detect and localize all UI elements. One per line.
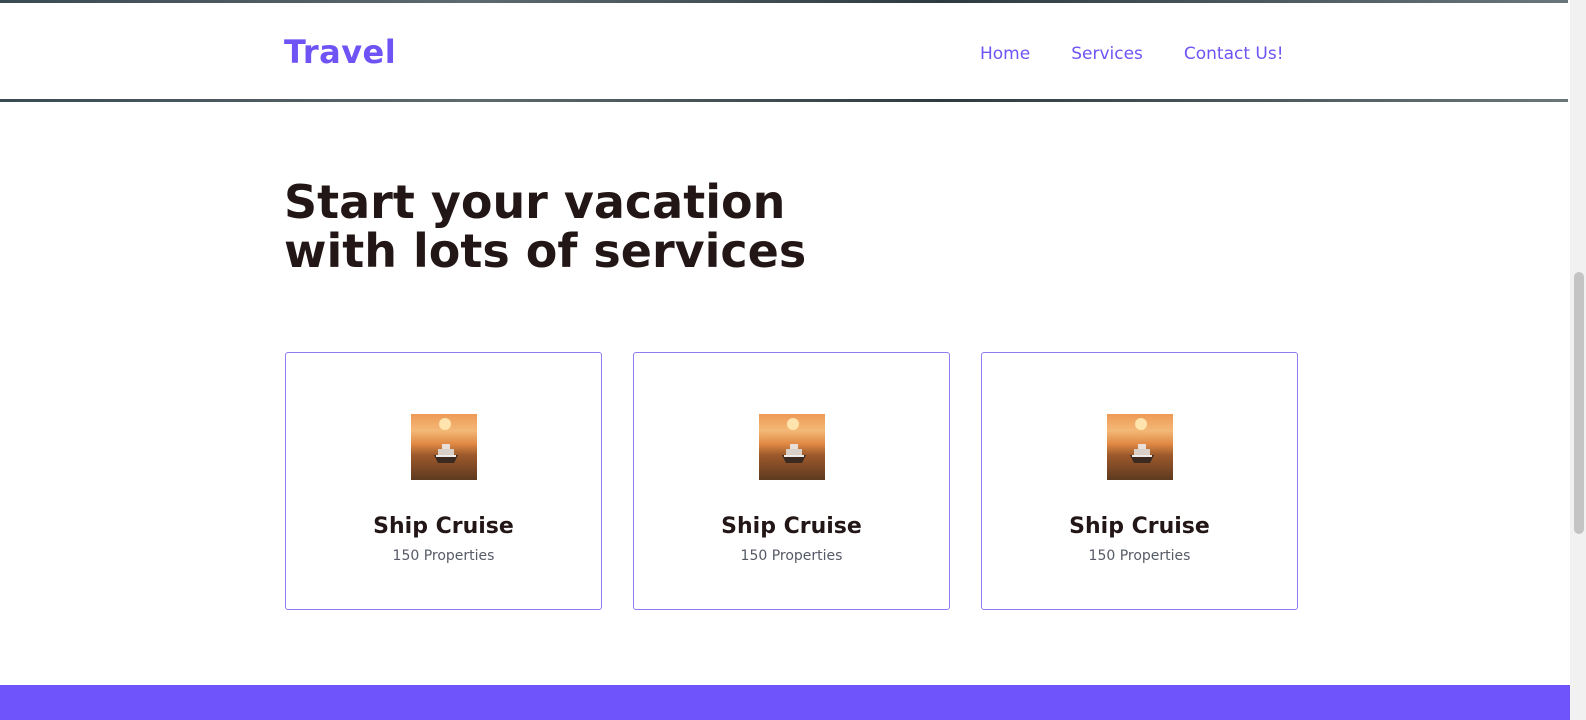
nav-services-link[interactable]: Services <box>1071 44 1143 64</box>
service-card[interactable]: Ship Cruise 150 Properties <box>981 352 1298 610</box>
scrollbar-thumb[interactable] <box>1574 272 1584 534</box>
card-subtitle: 150 Properties <box>740 548 843 564</box>
service-card[interactable]: Ship Cruise 150 Properties <box>285 352 602 610</box>
main-nav: Home Services Contact Us! <box>980 44 1325 64</box>
footer-band <box>0 685 1570 720</box>
hero-headline-line1: Start your vacation <box>284 175 786 229</box>
card-title: Ship Cruise <box>373 514 514 539</box>
nav-home-link[interactable]: Home <box>980 44 1030 64</box>
site-header: Travel Home Services Contact Us! <box>0 3 1568 99</box>
hero-headline-line2: with lots of services <box>284 224 807 278</box>
nav-contact-link[interactable]: Contact Us! <box>1184 44 1284 64</box>
card-title: Ship Cruise <box>721 514 862 539</box>
card-subtitle: 150 Properties <box>392 548 495 564</box>
service-cards: Ship Cruise 150 Properties Ship Cruise 1… <box>285 352 1298 610</box>
cruise-ship-image <box>410 414 477 480</box>
page: Travel Home Services Contact Us! Start y… <box>0 0 1586 720</box>
cruise-ship-image <box>1106 414 1173 480</box>
card-subtitle: 150 Properties <box>1088 548 1191 564</box>
hero-headline: Start your vacation with lots of service… <box>284 178 904 276</box>
card-title: Ship Cruise <box>1069 514 1210 539</box>
brand-logo[interactable]: Travel <box>284 33 396 71</box>
service-card[interactable]: Ship Cruise 150 Properties <box>633 352 950 610</box>
cruise-ship-image <box>758 414 825 480</box>
